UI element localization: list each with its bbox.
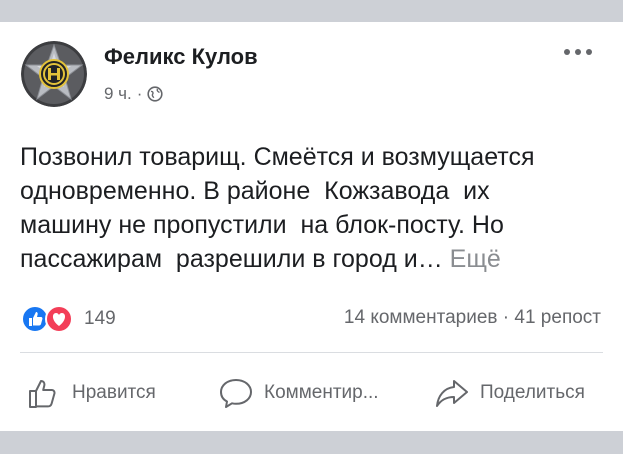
speech-bubble-icon: [220, 379, 252, 408]
reaction-icons: [21, 305, 77, 333]
post-time[interactable]: 9 ч.: [104, 84, 132, 104]
post-text-line-1: Позвонил товарищ. Смеётся и возмущается: [20, 143, 535, 171]
more-options-button[interactable]: [558, 40, 598, 64]
avatar[interactable]: [21, 41, 87, 107]
post-text-line-4-content: пассажирам разрешили в город и…: [20, 245, 443, 273]
like-button-label: Нравится: [72, 382, 156, 403]
post-text-line-4: пассажирам разрешили в город и… Ещё: [20, 242, 610, 276]
see-more-link[interactable]: Ещё: [450, 245, 501, 273]
top-band: [0, 0, 623, 22]
facebook-post-page: Феликс Кулов 9 ч. · Позвонил товарищ. См…: [0, 0, 623, 454]
share-arrow-icon: [436, 380, 468, 407]
post-text-line-2: одновременно. В районе Кожзавода их: [20, 177, 490, 205]
avatar-emblem-icon: [21, 41, 87, 107]
author-name[interactable]: Феликс Кулов: [104, 44, 258, 70]
reactions-count: 149: [84, 308, 116, 329]
meta-separator: ·: [136, 84, 143, 103]
reactions-summary[interactable]: 149: [21, 305, 116, 333]
post-meta: 9 ч. ·: [104, 84, 164, 104]
comment-button[interactable]: Комментир...: [218, 372, 379, 414]
post-text-line-3: машину не пропустили на блок-посту. Но: [20, 211, 504, 239]
bottom-band: [0, 431, 623, 454]
share-button-label: Поделиться: [480, 382, 585, 403]
post-text: Позвонил товарищ. Смеётся и возмущается …: [20, 140, 610, 276]
comment-button-label: Комментир...: [264, 382, 379, 403]
share-button[interactable]: Поделиться: [434, 372, 585, 414]
more-horizontal-icon: [564, 49, 592, 55]
love-reaction-icon: [45, 305, 73, 333]
like-button[interactable]: Нравится: [26, 372, 156, 414]
globe-icon: [147, 86, 164, 102]
engagement-stats[interactable]: 14 комментариев · 41 репост: [344, 307, 601, 329]
actions-divider: [20, 352, 603, 353]
thumbs-up-icon: [29, 380, 56, 408]
